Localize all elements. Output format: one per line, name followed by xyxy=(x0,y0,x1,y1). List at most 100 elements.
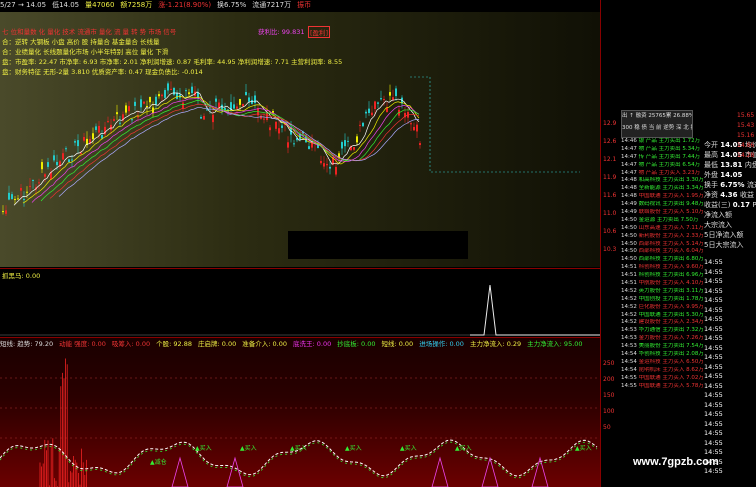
axis-price: 11.0 xyxy=(603,210,617,217)
candle-body xyxy=(341,142,343,149)
candle-body xyxy=(383,99,385,101)
axis-price: 11.6 xyxy=(603,192,617,199)
candle-body xyxy=(185,90,187,92)
candle-body xyxy=(8,192,10,200)
candle-body xyxy=(74,141,76,143)
candle-body xyxy=(263,118,265,120)
candle-body xyxy=(365,111,367,114)
quote-item: 流通7217万 xyxy=(252,1,292,9)
time-cell: 14:55 xyxy=(704,324,723,333)
candle-body xyxy=(392,97,394,101)
candle-body xyxy=(98,125,100,133)
axis-price: 11.9 xyxy=(603,174,617,181)
summary-row: 净流入额 xyxy=(704,211,732,219)
candle-body xyxy=(110,124,112,131)
candle-body xyxy=(143,101,145,104)
profit-tag: [盈利] xyxy=(308,26,331,38)
candle-body xyxy=(419,143,421,146)
candle-body xyxy=(80,153,82,155)
candle-body xyxy=(410,123,412,125)
ticker-row: 14:50 新利股份 主力买入 2.33万 xyxy=(621,232,703,239)
moving-average-line xyxy=(31,97,420,203)
candle-body xyxy=(173,88,175,95)
time-column: 14:55 14:55 14:55 14:55 14:55 14:55 14:55 14:55… xyxy=(704,258,724,477)
candle-body xyxy=(308,146,310,149)
candle-body xyxy=(134,101,136,106)
ticker-row: 14:48 中国联通 主力买入 1.95万 xyxy=(621,193,703,200)
candle-body xyxy=(155,96,157,105)
quote-item: 额7258万 xyxy=(120,1,153,9)
candle-body xyxy=(335,166,337,175)
signal-item: 个股: 92.88 xyxy=(156,340,193,348)
popup-line-2: 300 稳 债 当 前 逆势 深 北 扩 ! xyxy=(622,125,692,131)
candle-body xyxy=(272,111,274,113)
ticker-row: 14:53 金力股份 主力买入 7.26万 xyxy=(621,335,703,342)
axis-price: 12.1 xyxy=(603,156,617,163)
candle-body xyxy=(71,159,73,161)
time-cell: 14:55 xyxy=(704,334,723,342)
candle-body xyxy=(161,94,163,97)
candle-body xyxy=(242,103,244,107)
summary-row: 净资 4.36 收益 xyxy=(704,191,754,199)
candle-body xyxy=(149,96,151,103)
black-horse-panel[interactable]: 抓黑马: 0.00 xyxy=(0,268,600,338)
popup-line-1: 出 ↑ 融资 25765累 26.88% xyxy=(622,113,692,119)
axis-value: 150 xyxy=(603,392,615,399)
candle-body xyxy=(200,116,202,119)
time-cell: 14:55 xyxy=(704,343,723,352)
ticker-row: 14:54 金运科技 主力买入 6.50万 xyxy=(621,358,703,365)
ticker-row: 14:49 联络股份 主力买入 5.10万 xyxy=(621,209,703,216)
time-cell: 14:55 xyxy=(704,400,723,409)
candle-body xyxy=(11,194,13,200)
candle-body xyxy=(23,199,25,201)
signal-item: 主力净流入: 0.29 xyxy=(469,340,522,348)
candle-body xyxy=(362,122,364,127)
time-cell: 14:55 xyxy=(704,381,723,390)
candle-body xyxy=(56,161,58,166)
candle-body xyxy=(32,179,34,181)
candle-body xyxy=(323,163,325,167)
signal-panel[interactable]: ▲减仓 ▲买入 ▲买入 ▲买入 ▲买入 ▲买入 ▲买入 ▲买入 xyxy=(0,338,600,487)
candle-body xyxy=(287,142,289,148)
quote-bar: 5/27 → 14.05 低14.05 量47060 额7258万 涨-1.21(8.9… xyxy=(0,0,600,12)
candle-body xyxy=(164,90,166,98)
signal-svg: ▲减仓 ▲买入 ▲买入 ▲买入 ▲买入 ▲买入 ▲买入 ▲买入 xyxy=(0,358,600,487)
ticker-row: 14:49 数码视讯 主力卖出 9.48万 xyxy=(621,201,703,208)
candle-body xyxy=(191,86,193,93)
candle-body xyxy=(377,102,379,104)
candle-body xyxy=(47,162,49,167)
candle-body xyxy=(38,182,40,184)
time-cell: 14:55 xyxy=(704,372,723,380)
candle-body xyxy=(44,174,46,177)
candle-body xyxy=(269,127,271,131)
axis-price: 10.6 xyxy=(603,228,617,235)
time-cell: 14:55 xyxy=(704,258,723,266)
kline-chart-panel[interactable]: 获利比: 99.831 [盈利] 七 位和量数 化 量化 技术 流通市 量化 流… xyxy=(0,12,600,267)
ticker-row: 14:50 金运源 主力卖出 7.50万 xyxy=(621,216,699,223)
candle-body xyxy=(29,185,31,187)
summary-row: 5日净流入额 xyxy=(704,231,744,239)
price-cell: 14.28 xyxy=(737,152,755,159)
candle-body xyxy=(278,128,280,134)
time-cell: 14:55 xyxy=(704,410,723,418)
candle-body xyxy=(266,112,268,121)
signal-item: 底洗王: 0.00 xyxy=(293,340,332,348)
black-horse-svg xyxy=(0,284,600,336)
candle-body xyxy=(368,108,370,113)
candle-body xyxy=(329,166,331,169)
candle-body xyxy=(293,143,295,145)
time-cell: 14:55 xyxy=(704,315,723,323)
candle-body xyxy=(62,153,64,160)
candle-body xyxy=(347,140,349,142)
info-line: 七 位和量数 化 量化 技术 流通市 量化 流 量 转 势 市场 信号 xyxy=(2,28,177,36)
left-price-axis: 12.9 12.6 12.1 11.9 11.6 11.0 10.6 10.3 xyxy=(603,120,621,264)
quote-item: 低14.05 xyxy=(52,1,80,9)
time-cell: 14:55 xyxy=(704,467,723,475)
summary-row: 外盘 14.05 xyxy=(704,171,743,179)
candle-body xyxy=(125,105,127,113)
candle-body xyxy=(389,92,391,96)
candle-body xyxy=(116,112,118,115)
site-watermark: www.7gpzb.com xyxy=(633,456,719,468)
candle-body xyxy=(356,136,358,143)
candle-body xyxy=(203,115,205,120)
